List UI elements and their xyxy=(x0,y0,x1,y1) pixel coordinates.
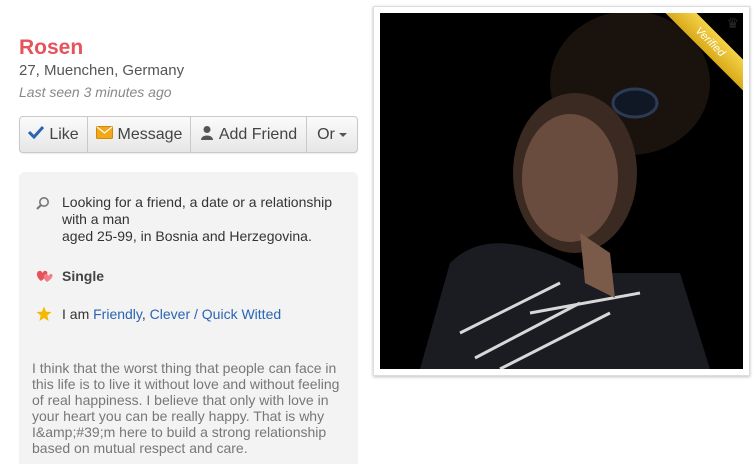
envelope-icon xyxy=(95,125,113,144)
trait-separator: , xyxy=(141,306,146,322)
bio-line: I think that the worst thing that people… xyxy=(32,360,337,376)
profile-name: Rosen xyxy=(19,36,84,59)
like-button[interactable]: Like xyxy=(20,117,88,152)
check-icon xyxy=(28,125,45,144)
or-dropdown-button[interactable]: Or xyxy=(307,117,357,152)
crown-icon: ♛ xyxy=(726,15,739,31)
bio-line: I&amp;#39;m here to build a strong relat… xyxy=(32,424,327,440)
action-bar: Like Message Add Friend Or xyxy=(19,116,358,153)
looking-for-line: aged 25-99, in Bosnia and Herzegovina. xyxy=(62,228,312,244)
relationship-status: Single xyxy=(62,268,105,284)
search-icon xyxy=(36,194,62,210)
trait-link-friendly[interactable]: Friendly xyxy=(93,306,142,322)
bio-line: of real happiness. I believe that only w… xyxy=(32,392,329,408)
bio-line: based on mutual respect and care. xyxy=(32,440,248,456)
traits-row: I am Friendly, Clever / Quick Witted xyxy=(36,306,281,323)
looking-for-line: Looking for a friend, a date or a relati… xyxy=(62,194,333,210)
profile-location: 27, Muenchen, Germany xyxy=(19,62,185,79)
bio-line: this life is to live it without love and… xyxy=(32,376,340,392)
profile-photo-frame[interactable]: Verified ♛ xyxy=(373,6,750,376)
star-icon xyxy=(36,306,62,322)
last-seen: Last seen 3 minutes ago xyxy=(19,84,172,100)
looking-for-line: with a man xyxy=(62,211,130,227)
profile-photo[interactable]: Verified ♛ xyxy=(380,13,743,369)
person-add-icon xyxy=(200,125,214,145)
or-label: Or xyxy=(317,125,335,143)
hearts-icon xyxy=(36,268,62,283)
traits-prefix: I am xyxy=(62,306,90,322)
bio-text: I think that the worst thing that people… xyxy=(32,360,352,456)
info-card: Looking for a friend, a date or a relati… xyxy=(19,172,358,464)
looking-for-text: Looking for a friend, a date or a relati… xyxy=(62,194,332,245)
looking-for-row: Looking for a friend, a date or a relati… xyxy=(36,194,332,245)
bio-line: your heart you can be really happy. That… xyxy=(32,408,325,424)
add-friend-button[interactable]: Add Friend xyxy=(191,117,307,152)
like-label: Like xyxy=(49,125,79,143)
message-button[interactable]: Message xyxy=(88,117,191,152)
message-label: Message xyxy=(117,125,183,143)
add-friend-label: Add Friend xyxy=(218,125,298,143)
caret-down-icon xyxy=(338,132,347,137)
traits-text: I am Friendly, Clever / Quick Witted xyxy=(62,306,281,323)
trait-link-clever[interactable]: Clever / Quick Witted xyxy=(150,306,281,322)
relationship-status-row: Single xyxy=(36,268,104,285)
profile-photo-image xyxy=(380,13,743,369)
